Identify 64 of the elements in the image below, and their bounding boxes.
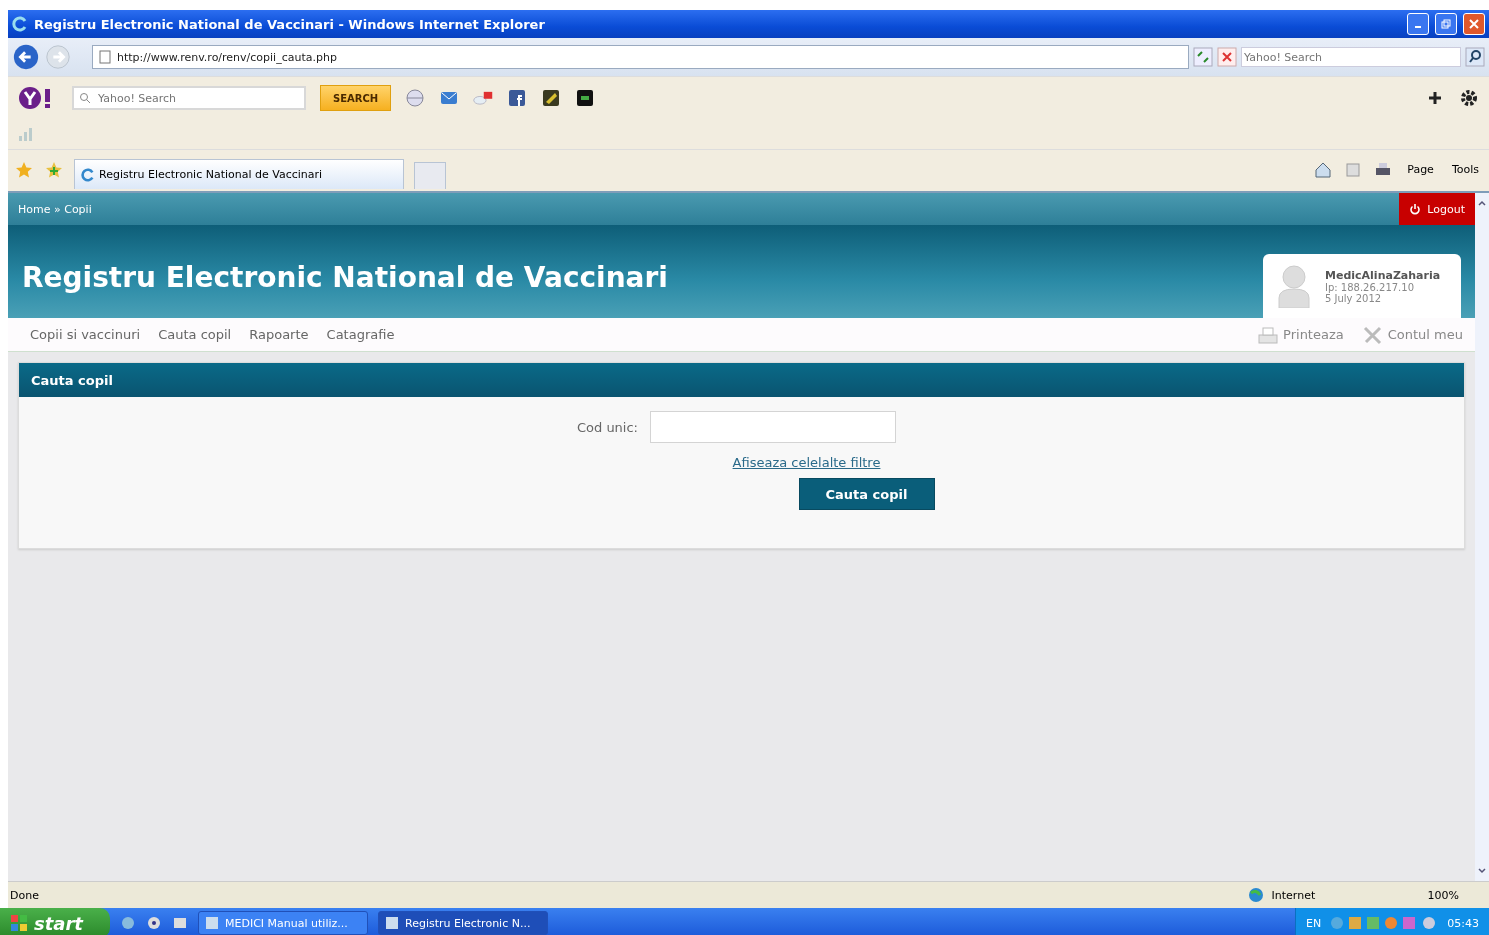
menu-item[interactable]: Cauta copil (158, 327, 232, 342)
tools-icon (1361, 324, 1384, 345)
avatar-silhouette-icon (1277, 264, 1311, 308)
facebook-icon[interactable] (507, 88, 528, 108)
restore-icon (1441, 19, 1451, 29)
menu-item[interactable]: Copii si vaccinuri (30, 327, 141, 342)
window-icon (205, 916, 219, 930)
zoom-level[interactable]: 100% (1407, 888, 1479, 902)
stop-icon[interactable] (1217, 47, 1237, 67)
login-date: 5 July 2012 (1325, 292, 1383, 304)
printer-icon (1257, 324, 1280, 345)
browser-launch-icon[interactable] (120, 915, 136, 931)
submit-button[interactable]: Cauta copil (798, 478, 935, 510)
site-title: Registru Electronic National de Vaccinari (22, 261, 668, 294)
status-text: Done (10, 888, 39, 902)
breadcrumb[interactable]: Home » Copii (8, 202, 1400, 216)
settings-icon[interactable] (1459, 88, 1479, 108)
browser-logo-icon (81, 167, 95, 182)
note-icon[interactable] (541, 88, 562, 108)
desktop-icon[interactable] (172, 915, 188, 931)
window-title: Registru Electronic National de Vaccinari - Windows Internet Explorer (34, 16, 545, 32)
video-icon[interactable] (575, 88, 596, 108)
search-icon (79, 92, 91, 104)
browser-logo-icon (12, 16, 28, 32)
action-link[interactable]: Printeaza (1257, 324, 1344, 345)
taskbar-button[interactable]: Registru Electronic N... (378, 911, 548, 935)
minimize-icon (1415, 26, 1421, 28)
filters-link[interactable]: Afiseaza celelalte filtre (732, 455, 881, 470)
signal-bars-icon (18, 127, 34, 141)
action-link[interactable]: Contul meu (1361, 324, 1463, 345)
start-button[interactable]: start (0, 908, 110, 935)
restore-button[interactable] (1435, 13, 1457, 35)
back-button[interactable] (12, 43, 40, 71)
clock: 05:43 (1447, 916, 1479, 930)
panel-title: Cauta copil (31, 372, 113, 388)
minimize-button[interactable] (1407, 13, 1429, 35)
command-menu[interactable]: Tools (1447, 163, 1483, 176)
page-icon (99, 50, 111, 64)
refresh-icon[interactable] (1193, 47, 1213, 67)
globe-icon[interactable] (405, 88, 426, 108)
user-name: MedicAlinaZaharia (1325, 268, 1441, 282)
yahoo-search-button[interactable]: SEARCH (320, 85, 392, 111)
close-icon (1469, 19, 1479, 29)
user-ip: Ip: 188.26.217.10 (1325, 281, 1415, 293)
language-indicator: EN (1306, 916, 1322, 930)
security-zone: Internet (1271, 888, 1317, 902)
close-button[interactable] (1463, 13, 1485, 35)
scrollbar[interactable] (1475, 193, 1489, 881)
command-menu[interactable]: Page (1403, 163, 1438, 176)
field-label: Cod unic: (576, 419, 638, 435)
window-icon (385, 916, 399, 930)
logout-button[interactable]: Logout (1399, 193, 1475, 225)
menu-item[interactable]: Catagrafie (326, 327, 395, 342)
browser-tab[interactable]: Registru Electronic National de Vaccinari (74, 159, 404, 189)
input-field[interactable] (650, 411, 896, 443)
windows-logo-icon (10, 914, 28, 932)
taskbar-button[interactable]: MEDICI Manual utiliz... (198, 911, 368, 935)
search-icon[interactable] (1465, 47, 1485, 67)
power-icon (1409, 203, 1422, 215)
address-field[interactable]: http://www.renv.ro/renv/copii_cauta.php (92, 45, 1189, 69)
media-icon[interactable] (146, 915, 162, 931)
yahoo-search-field[interactable]: Yahoo! Search (72, 86, 306, 110)
search-field[interactable]: Yahoo! Search (1241, 47, 1461, 67)
menu-item[interactable]: Rapoarte (249, 327, 309, 342)
